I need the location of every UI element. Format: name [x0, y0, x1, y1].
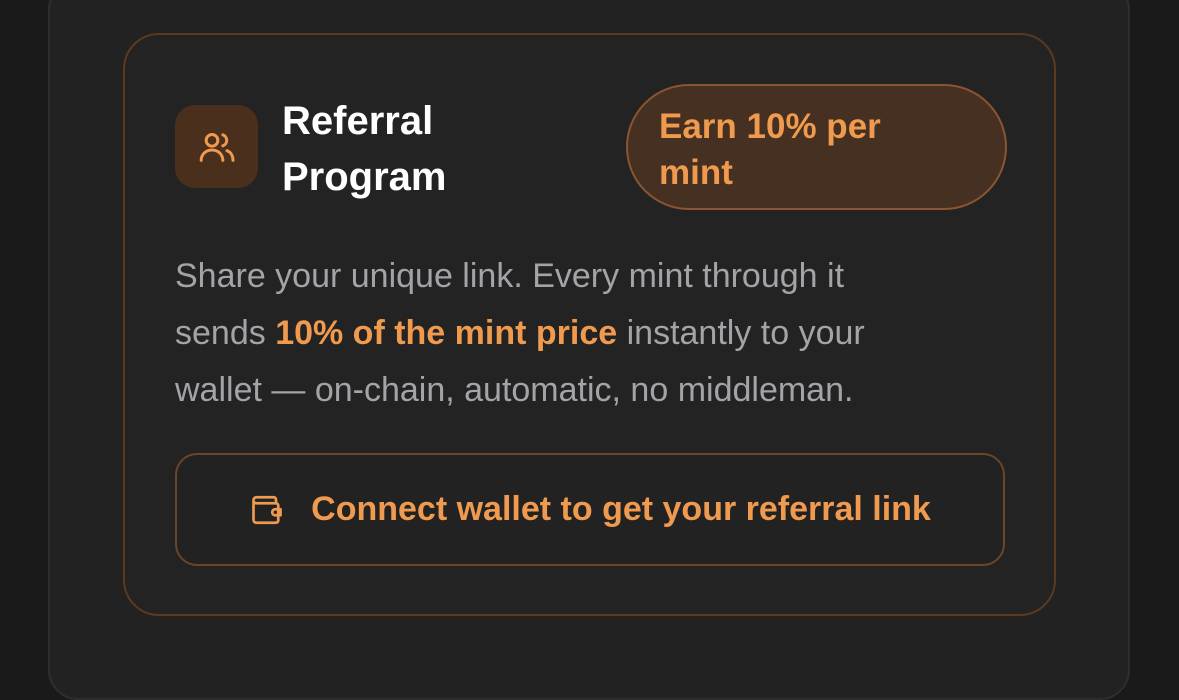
badge-line-1: Earn 10% per [659, 107, 881, 146]
connect-wallet-label: Connect wallet to get your referral link [311, 490, 931, 528]
wallet-icon [249, 492, 285, 528]
users-icon-tile [175, 105, 258, 188]
description-highlight: 10% of the mint price [275, 314, 618, 352]
description-before: sends [175, 314, 276, 352]
title-line-1: Referral [282, 99, 434, 143]
card-title: Referral Program [282, 93, 582, 205]
badge-line-2: mint [659, 153, 733, 192]
connect-wallet-button[interactable]: Connect wallet to get your referral link [175, 453, 1005, 566]
earn-badge: Earn 10% per mint [626, 84, 1007, 210]
description-line-2: sends 10% of the mint price instantly to… [175, 305, 995, 362]
description-line-3: wallet — on-chain, automatic, no middlem… [175, 371, 854, 409]
users-icon [199, 132, 234, 162]
description: Share your unique link. Every mint throu… [175, 248, 995, 419]
description-line-1: Share your unique link. Every mint throu… [175, 257, 845, 295]
referral-card: Referral Program Earn 10% per mint Share… [123, 33, 1056, 616]
title-line-2: Program [282, 155, 447, 199]
description-after: instantly to your [617, 314, 865, 352]
